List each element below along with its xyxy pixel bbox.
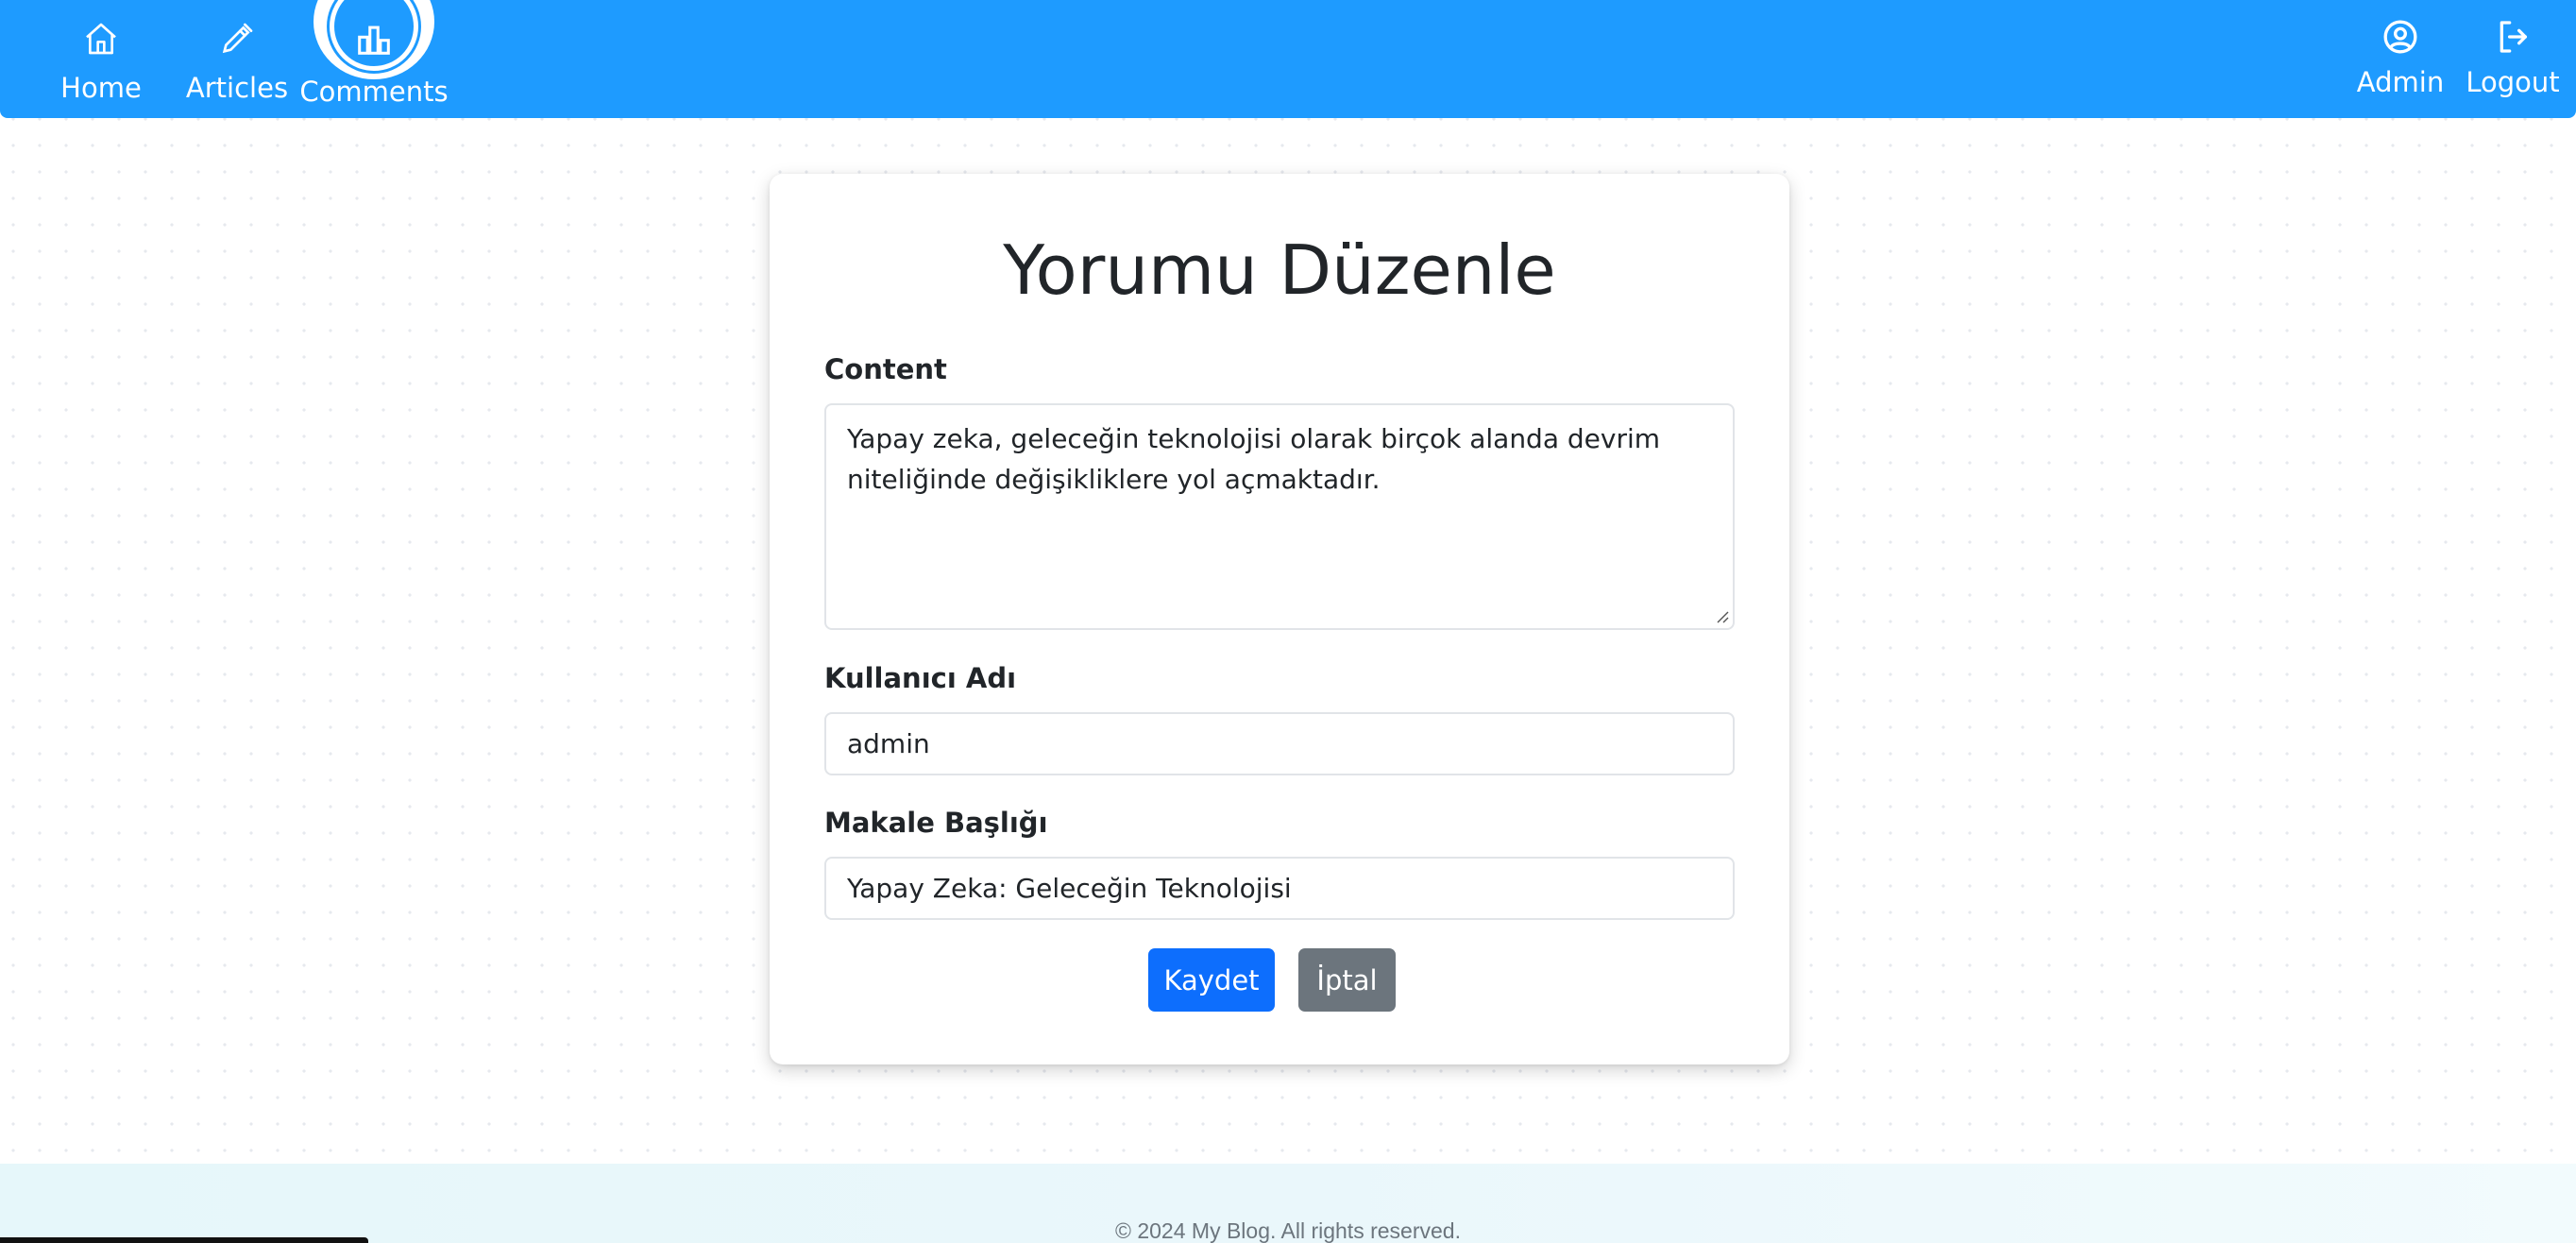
nav-comments-label: Comments: [299, 76, 449, 108]
home-icon: [79, 17, 123, 60]
nav-articles-label: Articles: [185, 72, 289, 104]
nav-logout[interactable]: Logout: [2461, 0, 2565, 118]
active-tab-indicator: [314, 0, 434, 79]
nav-admin-label: Admin: [2356, 66, 2445, 98]
pen-icon: [215, 17, 259, 60]
logout-icon: [2491, 15, 2534, 59]
footer: © 2024 My Blog. All rights reserved.: [0, 1164, 2576, 1243]
top-navbar: Home Articles Comments Admin Logout: [0, 0, 2576, 118]
article-title-input[interactable]: [824, 857, 1735, 920]
edit-comment-card: Yorumu Düzenle Content Yapay zeka, gelec…: [770, 174, 1789, 1064]
nav-home[interactable]: Home: [49, 0, 153, 118]
username-label: Kullanıcı Adı: [824, 662, 1017, 694]
bottom-scroll-bar: [0, 1237, 368, 1243]
article-title-label: Makale Başlığı: [824, 807, 1048, 839]
content-textarea[interactable]: Yapay zeka, geleceğin teknolojisi olarak…: [824, 403, 1735, 630]
username-input[interactable]: [824, 712, 1735, 775]
nav-logout-label: Logout: [2466, 66, 2560, 98]
resize-grip-icon[interactable]: [1714, 608, 1729, 623]
content-label: Content: [824, 353, 947, 385]
page-title: Yorumu Düzenle: [1003, 230, 1556, 310]
footer-copyright: © 2024 My Blog. All rights reserved.: [1115, 1218, 1461, 1243]
bar-chart-icon: [354, 23, 394, 59]
nav-admin[interactable]: Admin: [2351, 0, 2449, 118]
nav-articles[interactable]: Articles: [185, 0, 289, 118]
save-button[interactable]: Kaydet: [1148, 948, 1275, 1012]
user-circle-icon: [2379, 15, 2422, 59]
nav-comments[interactable]: Comments: [299, 0, 449, 118]
nav-home-label: Home: [60, 72, 142, 104]
cancel-button[interactable]: İptal: [1298, 948, 1396, 1012]
